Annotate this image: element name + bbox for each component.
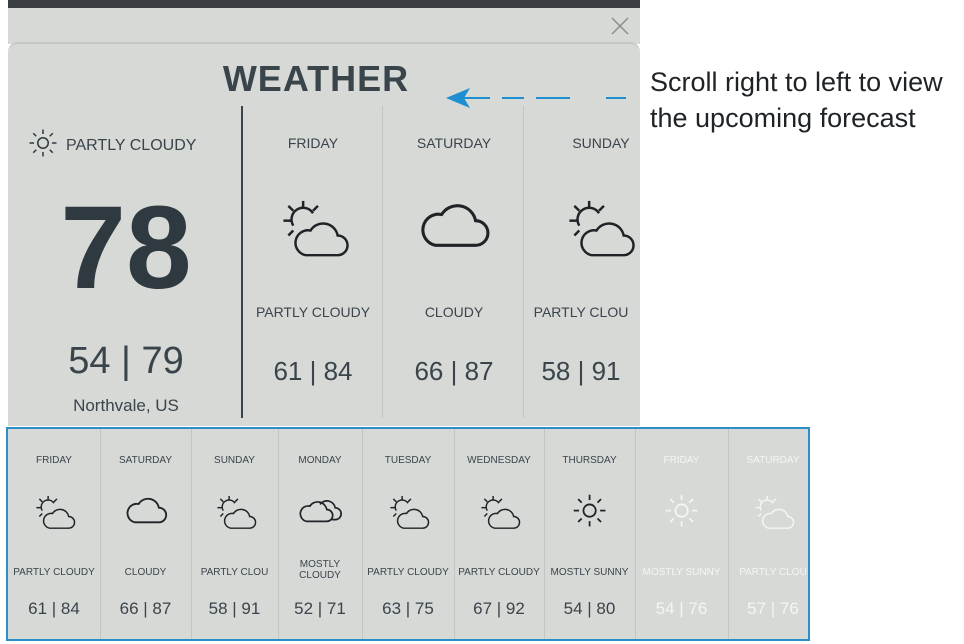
sun-icon [544,493,635,533]
forecast-condition: PARTLY CLOU [533,304,629,320]
partly-cloudy-icon [8,493,100,538]
partly-cloudy-icon [191,493,278,538]
partly-cloudy-icon [362,493,454,538]
strip-day-name: FRIDAY [663,455,700,466]
cloudy-icon [100,493,191,531]
strip-day-name: TUESDAY [384,455,432,466]
current-range: 54 | 79 [68,340,184,382]
strip-condition: PARTLY CLOU [200,567,269,578]
strip-day-name: SATURDAY [746,455,800,466]
strip-day[interactable]: WEDNESDAY PARTLY CLOUDY 67 | 92 [454,429,544,639]
current-condition-label: PARTLY CLOUDY [66,136,197,154]
forecast-day[interactable]: SUNDAY PARTLY CLOU 58 | 91 [525,0,637,420]
current-condition: PARTLY CLOUDY [28,128,196,163]
strip-condition: PARTLY CLOUDY [13,567,95,578]
strip-condition: MOSTLY CLOUDY [299,559,341,581]
forecast-day-name: FRIDAY [287,135,339,151]
strip-divider [728,429,729,639]
strip-day[interactable]: FRIDAY MOSTLY SUNNY 54 | 76 [635,429,728,639]
forecast-condition: PARTLY CLOUDY [255,304,371,320]
forecast-day-name: SUNDAY [572,135,630,151]
strip-range: 52 | 71 [294,599,346,618]
scroll-hint-text: Scroll right to left to view the upcomin… [650,67,943,133]
strip-divider [544,429,545,639]
strip-day-name: WEDNESDAY [467,455,531,466]
forecast-range: 61 | 84 [273,356,353,386]
forecast-condition: CLOUDY [424,304,484,320]
forecast-day[interactable]: FRIDAY PARTLY CLOUDY 61 | 84 [243,0,383,420]
strip-condition: CLOUDY [124,567,167,578]
strip-condition: MOSTLY SUNNY [550,567,629,578]
strip-day-name: FRIDAY [36,455,72,466]
forecast-strip[interactable]: FRIDAY PARTLY CLOUDY 61 | 84 SATURDAY CL… [6,427,810,641]
partly-cloudy-icon [525,196,637,268]
partly-cloudy-icon [728,493,808,538]
strip-day[interactable]: TUESDAY PARTLY CLOUDY 63 | 75 [362,429,454,639]
strip-range: 54 | 80 [563,599,616,618]
strip-day[interactable]: THURSDAY MOSTLY SUNNY 54 | 80 [544,429,635,639]
strip-day[interactable]: SATURDAY PARTLY CLOU 57 | 76 [728,429,808,639]
strip-divider [635,429,636,639]
forecast-range: 66 | 87 [414,356,494,386]
strip-range: 63 | 75 [382,599,434,618]
forecast-day-name: SATURDAY [416,135,492,151]
strip-condition: PARTLY CLOUDY [367,567,449,578]
sun-icon [28,128,58,163]
strip-range: 67 | 92 [473,599,525,618]
scroll-hint-arrow [440,84,630,119]
strip-divider [362,429,363,639]
strip-day[interactable]: SUNDAY PARTLY CLOU 58 | 91 [191,429,278,639]
current-temperature: 78 [60,182,192,314]
strip-divider [454,429,455,639]
forecast-range: 58 | 91 [541,356,621,386]
strip-day[interactable]: FRIDAY PARTLY CLOUDY 61 | 84 [8,429,100,639]
strip-day-name: THURSDAY [562,455,617,466]
strip-day[interactable]: MONDAY MOSTLY CLOUDY 52 | 71 [278,429,362,639]
strip-condition: PARTLY CLOU [739,567,807,578]
strip-condition: PARTLY CLOUDY [458,567,540,578]
strip-day-name: SUNDAY [214,455,255,466]
forecast-day[interactable]: SATURDAY CLOUDY 66 | 87 [384,0,524,420]
partly-cloudy-icon [454,493,544,538]
partly-cloudy-icon [243,196,383,268]
cloudy-icon [384,196,524,257]
strip-range: 58 | 91 [208,599,261,618]
strip-divider [278,429,279,639]
strip-day-name: MONDAY [298,455,342,466]
strip-range: 66 | 87 [119,599,172,618]
location-label: Northvale, US [73,396,179,415]
strip-divider [191,429,192,639]
strip-day[interactable]: SATURDAY CLOUDY 66 | 87 [100,429,191,639]
sun-icon [635,493,728,533]
mostly-cloudy-icon [278,493,362,531]
strip-range: 57 | 76 [747,599,799,618]
strip-divider [100,429,101,639]
strip-range: 54 | 76 [655,599,708,618]
strip-range: 61 | 84 [28,599,80,618]
strip-day-name: SATURDAY [119,455,172,466]
strip-condition: MOSTLY SUNNY [642,567,721,578]
